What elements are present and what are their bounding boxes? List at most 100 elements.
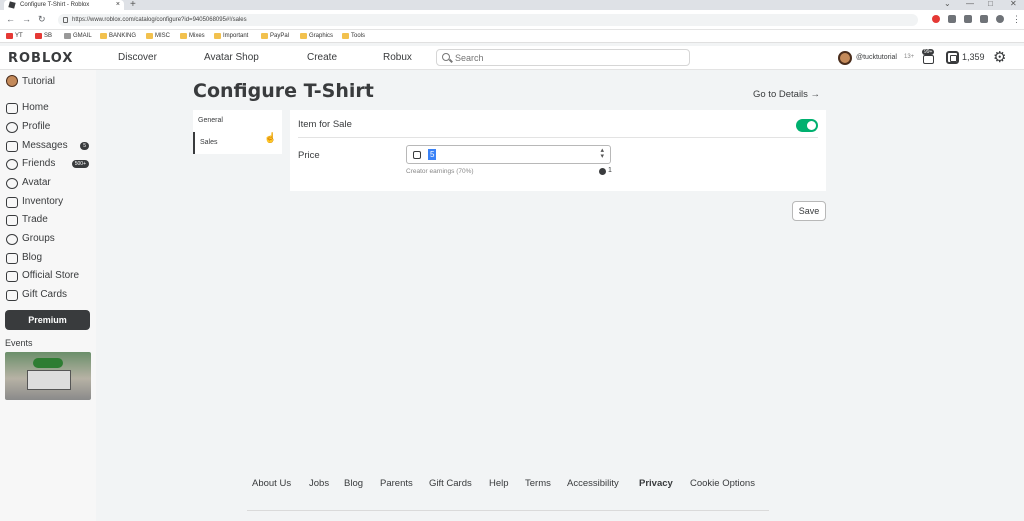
new-tab-button[interactable]: + — [130, 0, 136, 10]
back-icon[interactable]: ← — [6, 14, 15, 24]
url-text: https://www.roblox.com/catalog/configure… — [72, 17, 247, 23]
bookmark-label: BANKING — [109, 33, 137, 39]
sidebar-item-avatar[interactable]: Avatar — [6, 175, 94, 191]
nav-create[interactable]: Create — [307, 52, 337, 63]
avatar[interactable] — [838, 51, 852, 65]
bookmark-label: Tools — [351, 33, 366, 39]
trade-icon — [6, 215, 18, 226]
roblox-top-nav: ROBLOX Discover Avatar Shop Create Robux… — [0, 46, 1024, 70]
sidebar-user[interactable]: Tutorial — [6, 75, 55, 87]
sidebar-item-friends[interactable]: Friends 500+ — [6, 156, 94, 172]
robux-balance[interactable]: 1,359 — [962, 52, 985, 62]
toggle-knob — [807, 121, 816, 130]
tab-search-icon[interactable]: ⌄ — [944, 0, 951, 8]
sidebar-item-blog[interactable]: Blog — [6, 250, 94, 266]
bookmark-item[interactable]: Mixes — [180, 32, 205, 41]
price-input[interactable]: 5 ▴ ▾ — [406, 145, 611, 164]
footer-link-blog[interactable]: Blog — [344, 478, 363, 489]
sidebar-item-trade[interactable]: Trade — [6, 212, 94, 228]
youtube-icon — [35, 33, 42, 39]
footer-link-accessibility[interactable]: Accessibility — [567, 478, 619, 489]
creator-earnings-value: 1 — [608, 167, 612, 174]
gift-card-icon — [6, 290, 18, 301]
footer-link-gift-cards[interactable]: Gift Cards — [429, 478, 472, 489]
bookmark-item[interactable]: YT — [6, 32, 23, 41]
sidebar-item-profile[interactable]: Profile — [6, 119, 94, 135]
avatar — [6, 75, 18, 87]
extension-icon[interactable] — [948, 15, 956, 23]
bookmark-item[interactable]: GMAIL — [64, 32, 92, 41]
maximize-button[interactable]: □ — [988, 0, 993, 8]
save-button[interactable]: Save — [792, 201, 826, 221]
nav-avatar-shop[interactable]: Avatar Shop — [204, 52, 259, 63]
puzzle-icon[interactable] — [964, 15, 972, 23]
sidebar-icon[interactable] — [980, 15, 988, 23]
price-value[interactable]: 5 — [428, 149, 437, 160]
search-icon — [442, 53, 450, 61]
sidebar-item-messages[interactable]: Messages 5 — [6, 138, 94, 154]
bookmark-label: Mixes — [189, 33, 205, 39]
tab-close-icon[interactable]: × — [116, 0, 120, 10]
folder-icon — [342, 33, 349, 39]
tab-title: Configure T-Shirt - Roblox — [20, 2, 90, 8]
sidebar-item-official-store[interactable]: Official Store — [6, 268, 94, 284]
configure-subnav: General Sales — [193, 110, 282, 154]
bookmark-item[interactable]: Tools — [342, 32, 365, 41]
bookmark-item[interactable]: PayPal — [261, 32, 289, 41]
reload-icon[interactable]: ↻ — [38, 14, 46, 25]
bookmark-item[interactable]: SB — [35, 32, 52, 41]
price-label: Price — [298, 150, 320, 161]
bookmark-item[interactable]: Graphics — [300, 32, 333, 41]
browser-tab[interactable]: Configure T-Shirt - Roblox × — [4, 0, 124, 10]
divider — [298, 137, 818, 138]
sidebar-item-groups[interactable]: Groups — [6, 231, 94, 247]
notification-badge: 99+ — [922, 49, 935, 55]
close-window-button[interactable]: ✕ — [1010, 0, 1017, 8]
bookmark-item[interactable]: MISC — [146, 32, 170, 41]
premium-button[interactable]: Premium — [5, 310, 90, 330]
sidebar-item-home[interactable]: Home — [6, 100, 94, 116]
profile-icon[interactable] — [996, 15, 1004, 23]
folder-icon — [100, 33, 107, 39]
search-input[interactable] — [455, 51, 685, 64]
footer-link-parents[interactable]: Parents — [380, 478, 413, 489]
footer-link-jobs[interactable]: Jobs — [309, 478, 329, 489]
nav-discover[interactable]: Discover — [118, 52, 157, 63]
event-banner[interactable] — [5, 352, 91, 400]
messages-count-badge: 5 — [80, 142, 89, 150]
bookmark-item[interactable]: BANKING — [100, 32, 136, 41]
sidebar-item-label: Gift Cards — [22, 289, 68, 300]
nav-robux[interactable]: Robux — [383, 52, 412, 63]
friends-icon — [6, 159, 18, 170]
browser-menu-icon[interactable]: ⋮ — [1012, 14, 1021, 25]
notifications-button[interactable]: 99+ — [921, 49, 937, 65]
inventory-icon — [6, 197, 18, 208]
search-box[interactable] — [436, 49, 690, 66]
url-field[interactable]: https://www.roblox.com/catalog/configure… — [58, 14, 918, 26]
gear-icon[interactable]: ⚙ — [993, 50, 1006, 65]
footer-link-help[interactable]: Help — [489, 478, 509, 489]
spinner-arrows-icon[interactable]: ▴ ▾ — [600, 147, 604, 160]
tab-general[interactable]: General — [193, 110, 282, 132]
username[interactable]: @tucktutorial — [856, 54, 897, 61]
sidebar-item-gift-cards[interactable]: Gift Cards — [6, 287, 94, 303]
roblox-logo[interactable]: ROBLOX — [8, 51, 73, 66]
sidebar-item-label: Friends — [22, 158, 56, 169]
footer-link-privacy[interactable]: Privacy — [639, 478, 673, 489]
sidebar-item-inventory[interactable]: Inventory — [6, 194, 94, 210]
robux-icon[interactable] — [946, 51, 959, 64]
sidebar-item-label: Home — [22, 102, 49, 113]
footer-link-cookie-options[interactable]: Cookie Options — [690, 478, 755, 489]
item-for-sale-toggle[interactable] — [796, 119, 818, 132]
forward-icon[interactable]: → — [22, 14, 31, 24]
left-sidebar: Tutorial Home Profile Messages 5 Friends 5… — [0, 70, 96, 521]
extension-icon[interactable] — [932, 15, 940, 23]
footer-link-terms[interactable]: Terms — [525, 478, 551, 489]
bookmark-item[interactable]: Important — [214, 32, 248, 41]
minimize-button[interactable]: — — [966, 0, 974, 8]
events-heading: Events — [5, 338, 33, 348]
roblox-favicon-icon — [8, 1, 16, 9]
footer-link-about-us[interactable]: About Us — [252, 478, 291, 489]
go-to-details-link[interactable]: Go to Details → — [753, 89, 820, 100]
age-label: 13+ — [904, 54, 915, 60]
